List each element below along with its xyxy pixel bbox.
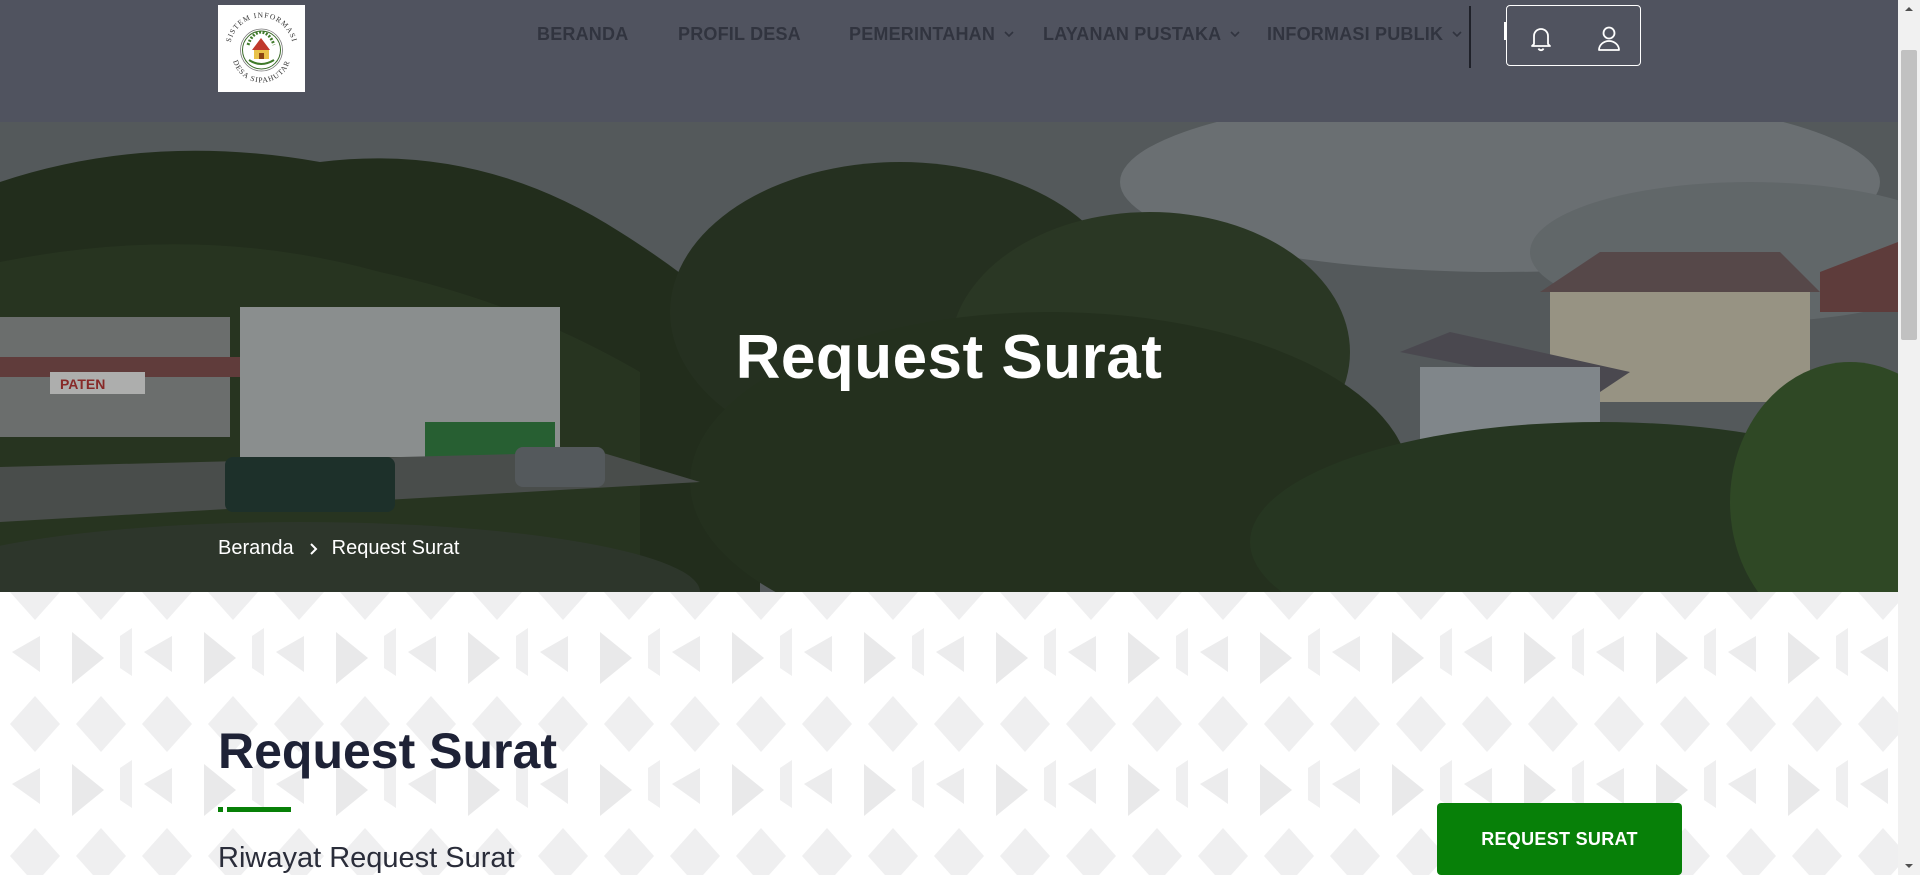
site-logo[interactable]: SISTEM INFORMASI DESA SIPAHUTAR xyxy=(218,5,305,92)
bell-icon[interactable] xyxy=(1526,23,1556,53)
nav-label: BERANDA xyxy=(537,23,629,44)
chevron-right-icon xyxy=(309,542,318,555)
nav-label: PEMERINTAHAN xyxy=(849,23,996,44)
nav-informasi-publik[interactable]: INFORMASI PUBLIK xyxy=(1267,22,1463,46)
nav-label: PROFIL DESA xyxy=(678,23,801,44)
request-surat-button[interactable]: REQUEST SURAT xyxy=(1437,803,1682,875)
section-title: Request Surat xyxy=(218,723,557,779)
site-header: SISTEM INFORMASI DESA SIPAHUTAR BERANDA … xyxy=(0,0,1898,122)
breadcrumb-current: Request Surat xyxy=(331,537,460,559)
nav-label: LAYANAN PUSTAKA xyxy=(1043,23,1222,44)
scroll-up-arrow-icon[interactable] xyxy=(1898,0,1920,18)
nav-label: INFORMASI PUBLIK xyxy=(1267,23,1444,44)
logo-emblem: SISTEM INFORMASI DESA SIPAHUTAR xyxy=(224,10,298,84)
main-content: Request Surat Riwayat Request Surat REQU… xyxy=(0,592,1898,875)
nav-divider xyxy=(1469,6,1471,68)
page-scrollbar[interactable] xyxy=(1898,0,1920,875)
hero-banner: PATEN Request Surat Beranda Request Sura… xyxy=(0,122,1898,592)
chevron-down-icon xyxy=(1452,31,1462,38)
section-subtitle: Riwayat Request Surat xyxy=(218,842,515,874)
nav-profil-desa[interactable]: PROFIL DESA xyxy=(678,22,801,46)
title-underline xyxy=(218,807,291,812)
chevron-down-icon xyxy=(1004,31,1014,38)
scroll-down-arrow-icon[interactable] xyxy=(1898,857,1920,875)
chevron-down-icon xyxy=(1230,31,1240,38)
nav-layanan-pustaka[interactable]: LAYANAN PUSTAKA xyxy=(1043,22,1241,46)
nav-pemerintahan[interactable]: PEMERINTAHAN xyxy=(849,22,1015,46)
user-icon[interactable] xyxy=(1594,23,1624,53)
title-underline-bar xyxy=(227,807,291,812)
nav-beranda[interactable]: BERANDA xyxy=(537,22,628,46)
scroll-thumb[interactable] xyxy=(1901,50,1917,340)
hero-title: Request Surat xyxy=(735,323,1163,392)
breadcrumb: Beranda Request Surat xyxy=(218,537,459,560)
breadcrumb-home-link[interactable]: Beranda xyxy=(218,537,294,560)
title-underline-dot xyxy=(218,807,223,812)
